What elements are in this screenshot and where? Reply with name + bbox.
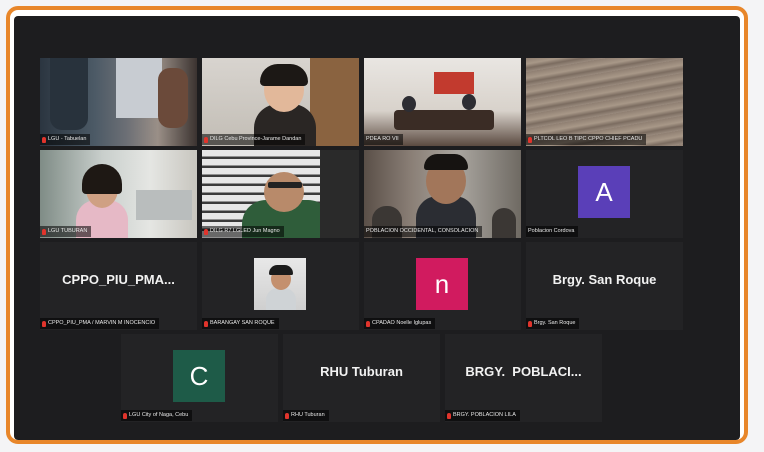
participant-name: LGU City of Naga, Cebu [129,412,189,418]
participant-video [40,58,197,146]
participant-name-bar: DILG Cebu Province-Jarame Dandan [202,134,306,145]
participant-tile-barangay-san-roque[interactable]: BARANGAY SAN ROQUE [202,242,359,330]
participant-name-bar: Poblacion Cordova [526,226,579,237]
participant-name-bar: Brgy. San Roque [526,318,580,329]
participant-name-bar: DILG R7 LGLED Jun Magno [202,226,284,237]
participant-video [202,58,359,146]
participant-name-bar: CPPO_PIU_PMA / MARVIN M INOCENCIO [40,318,160,329]
participant-video [364,150,521,238]
participant-name: BARANGAY SAN ROQUE [210,320,275,326]
participant-display-name: BRGY. POBLACI... [465,364,582,379]
mic-muted-icon [528,320,532,327]
avatar-letter-c-icon: C [173,350,225,402]
participant-name: POBLACION OCCIDENTAL, CONSOLACION [366,228,479,234]
participant-name: PDEA RO VII [366,136,399,142]
mic-muted-icon [42,136,46,143]
participant-name: DILG R7 LGLED Jun Magno [210,228,280,234]
participant-tile-lgu-naga[interactable]: C LGU City of Naga, Cebu [121,334,278,422]
participant-name-bar: BRGY. POBLACION LILA [445,410,520,421]
participant-name-bar: RHU Tuburan [283,410,329,421]
participant-name: PLTCOL LEO B TIPC CPPO CHIEF PCADU [534,136,643,142]
participant-name: RHU Tuburan [291,412,325,418]
participant-name-bar: PLTCOL LEO B TIPC CPPO CHIEF PCADU [526,134,647,145]
screenshot-frame: LGU - Tabuelan DILG Cebu Province-Jarame… [6,6,748,444]
participant-tile-pdea-ro-vii[interactable]: PDEA RO VII [364,58,521,146]
participant-tile-rhu-tuburan[interactable]: RHU Tuburan RHU Tuburan [283,334,440,422]
participant-tile-pltcol[interactable]: PLTCOL LEO B TIPC CPPO CHIEF PCADU [526,58,683,146]
participant-video [202,150,359,238]
participant-name: LGU TUBURAN [48,228,88,234]
mic-muted-icon [447,412,451,419]
mic-muted-icon [204,136,208,143]
participant-name-bar: POBLACION OCCIDENTAL, CONSOLACION [364,226,483,237]
participant-tile-lgu-tabuelan[interactable]: LGU - Tabuelan [40,58,197,146]
participant-display-name: RHU Tuburan [320,364,403,379]
mic-muted-icon [42,320,46,327]
mic-muted-icon [285,412,289,419]
participant-name: LGU - Tabuelan [48,136,87,142]
participant-display-name: Brgy. San Roque [552,272,657,287]
participant-name-bar: LGU - Tabuelan [40,134,91,145]
participant-name-bar: LGU City of Naga, Cebu [121,410,193,421]
participant-tile-brgy-san-roque[interactable]: Brgy. San Roque Brgy. San Roque [526,242,683,330]
mic-muted-icon [366,320,370,327]
avatar-letter-n-icon: n [416,258,468,310]
participant-name-bar: LGU TUBURAN [40,226,92,237]
participant-video [40,150,197,238]
participant-name: BRGY. POBLACION LILA [453,412,516,418]
avatar-letter-a-icon: A [578,166,630,218]
participant-tile-cppo-piu-pma[interactable]: CPPO_PIU_PMA... CPPO_PIU_PMA / MARVIN M … [40,242,197,330]
participant-name: Poblacion Cordova [528,228,575,234]
participant-tile-lgu-tuburan[interactable]: LGU TUBURAN [40,150,197,238]
mic-muted-icon [42,228,46,235]
participant-video [526,58,683,146]
mic-muted-icon [528,136,532,143]
participant-tile-brgy-poblacion-lila[interactable]: BRGY. POBLACI... BRGY. POBLACION LILA [445,334,602,422]
mic-muted-icon [204,320,208,327]
participant-display-name: CPPO_PIU_PMA... [62,272,175,287]
participant-name-bar: CPADAO Noelle Iglupas [364,318,436,329]
profile-photo-icon [254,258,306,310]
participant-tile-poblacion-cordova[interactable]: A Poblacion Cordova [526,150,683,238]
participant-name: DILG Cebu Province-Jarame Dandan [210,136,302,142]
participant-tile-dilg-r7[interactable]: DILG R7 LGLED Jun Magno [202,150,359,238]
participant-name-bar: BARANGAY SAN ROQUE [202,318,279,329]
mic-muted-icon [204,228,208,235]
participant-tile-dilg-cebu[interactable]: DILG Cebu Province-Jarame Dandan [202,58,359,146]
mic-muted-icon [123,412,127,419]
gallery-view: LGU - Tabuelan DILG Cebu Province-Jarame… [14,16,740,440]
participant-name: CPADAO Noelle Iglupas [372,320,432,326]
participant-tile-cpadao[interactable]: n CPADAO Noelle Iglupas [364,242,521,330]
participant-name-bar: PDEA RO VII [364,134,403,145]
participant-name: CPPO_PIU_PMA / MARVIN M INOCENCIO [48,320,156,326]
participant-video [364,58,521,146]
participant-tile-poblacion-occidental[interactable]: POBLACION OCCIDENTAL, CONSOLACION [364,150,521,238]
participant-name: Brgy. San Roque [534,320,576,326]
